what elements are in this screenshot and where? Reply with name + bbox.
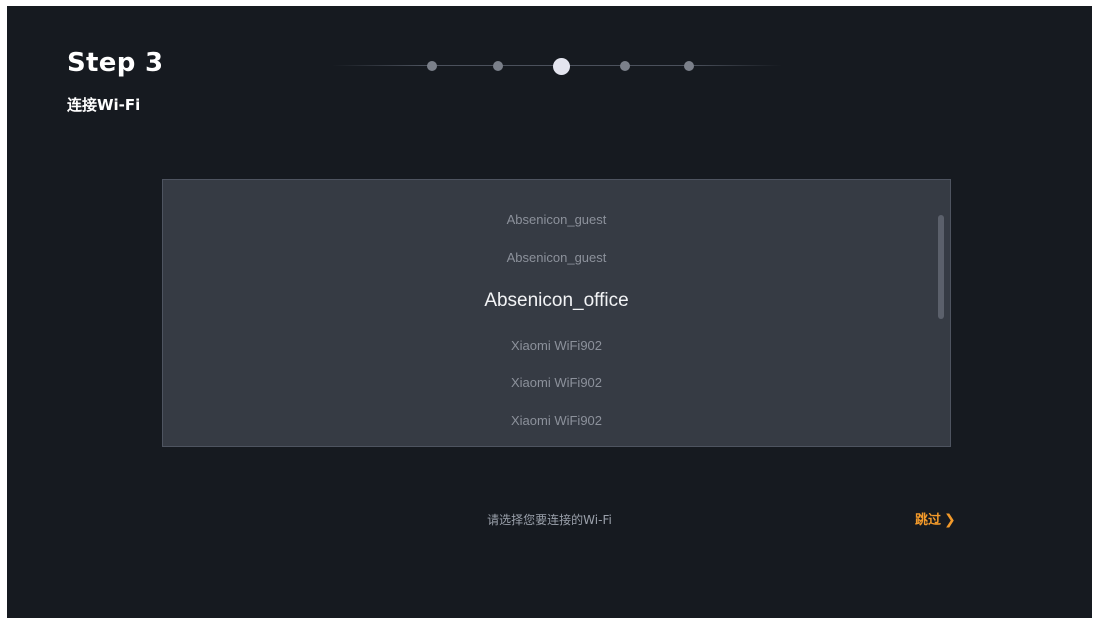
wifi-list-item-selected[interactable]: Absenicon_office [163,290,950,312]
wifi-list-scrollbar[interactable] [938,215,944,319]
wifi-list-item[interactable]: Xiaomi WiFi902 [163,413,950,429]
chevron-right-icon: ❯ [944,512,956,528]
step-title: Step 3 [67,48,164,78]
step-dot-4 [620,61,630,71]
step-dot-5 [684,61,694,71]
wifi-list-item[interactable]: Xiaomi WiFi902 [163,375,950,391]
step-subtitle: 连接Wi-Fi [67,96,141,114]
skip-label: 跳过 [915,513,942,528]
step-progress-indicator [332,54,782,78]
wifi-list-item[interactable]: Absenicon_guest [163,250,950,266]
wifi-list[interactable]: Absenicon_guest Absenicon_guest Absenico… [162,179,951,447]
step-dot-3-active [553,58,570,75]
wifi-list-item[interactable]: Xiaomi WiFi902 [163,338,950,354]
wifi-list-item[interactable]: Absenicon_guest [163,212,950,228]
setup-screen: Step 3 连接Wi-Fi Absenicon_guest Absenicon… [7,6,1092,618]
step-dot-1 [427,61,437,71]
skip-button[interactable]: 跳过 ❯ [915,509,956,528]
step-dot-2 [493,61,503,71]
